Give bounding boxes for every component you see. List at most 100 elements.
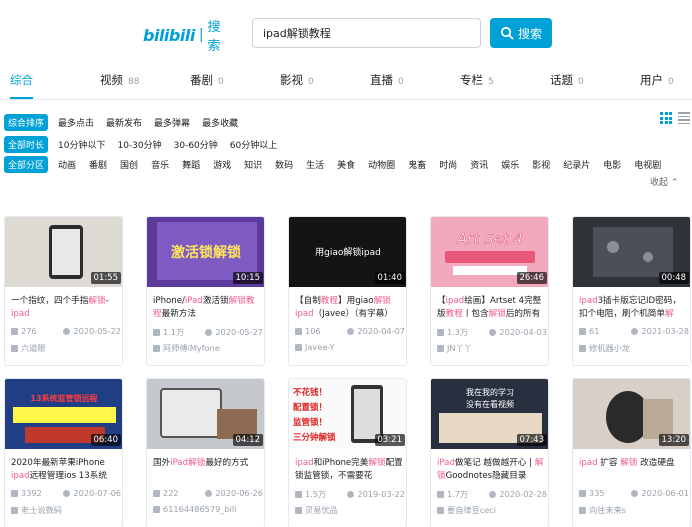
duration-option[interactable]: 60分钟以上 (230, 138, 277, 151)
zone-option[interactable]: 知识 (244, 158, 262, 171)
svg-text:13系统监管锁远程: 13系统监管锁远程 (30, 393, 97, 403)
zone-option[interactable]: 娱乐 (501, 158, 519, 171)
video-thumbnail[interactable]: 04:12 (147, 379, 264, 449)
bilibili-logo[interactable]: bilibili | 搜索 (143, 20, 233, 54)
zone-option[interactable]: 动画 (58, 158, 76, 171)
video-card[interactable]: 不花钱！ 配置锁！ 监管锁！ 三分钟解锁 03:21 ipad和iPhone完美解锁配置锁… (288, 378, 407, 527)
video-title[interactable]: ipad 扩容 解锁 改造硬盘 (579, 457, 687, 483)
video-thumbnail[interactable]: 13:20 (573, 379, 690, 449)
title-text: 一个指纹，四个手指 (11, 296, 89, 306)
duration-option[interactable]: 10-30分钟 (117, 138, 161, 151)
keyword-highlight: ipad (445, 296, 465, 306)
zone-option[interactable]: 鬼畜 (408, 158, 426, 171)
zone-option[interactable]: 舞蹈 (182, 158, 200, 171)
list-view-icon[interactable] (678, 112, 690, 124)
clock-icon (489, 490, 497, 498)
zone-option[interactable]: 数码 (275, 158, 293, 171)
video-thumbnail[interactable]: 01:55 (5, 217, 122, 287)
zone-option[interactable]: 游戏 (213, 158, 231, 171)
play-count-icon (153, 328, 160, 336)
duration-option[interactable]: 30-60分钟 (174, 138, 218, 151)
search-input[interactable] (252, 18, 481, 48)
title-text: iPhone/ (153, 296, 185, 306)
video-thumbnail[interactable]: 13系统监管锁远程 06:40 (5, 379, 122, 449)
video-card[interactable]: 13:20 ipad 扩容 解锁 改造硬盘 335 2020-06-01 向往未来s (572, 378, 691, 527)
tab-0[interactable]: 综合 (10, 72, 33, 99)
zone-option[interactable]: 美食 (337, 158, 355, 171)
video-card[interactable]: 我在我的学习 没有在看视频 07:43 iPad做笔记 越做越开心 | 解锁Goodn… (430, 378, 549, 527)
video-card[interactable]: 13系统监管锁远程 06:40 2020年最新苹果iPhone ipad远程管理io… (4, 378, 123, 527)
uploader[interactable]: 修机器小龙 (579, 342, 630, 354)
zone-option[interactable]: 纪录片 (563, 158, 590, 171)
uploader[interactable]: 六道眼 (11, 342, 46, 354)
tab-7[interactable]: 用户 0 (640, 72, 674, 88)
tab-5[interactable]: 专栏 5 (460, 72, 494, 88)
uploader[interactable]: 61164486579_bili (153, 504, 236, 514)
upload-date: 2020-07-06 (63, 488, 121, 498)
tab-2[interactable]: 番剧 0 (190, 72, 224, 88)
video-thumbnail[interactable]: 我在我的学习 没有在看视频 07:43 (431, 379, 548, 449)
video-meta: 1.3万 2020-04-03 (437, 326, 547, 338)
video-thumbnail[interactable]: 激活锁解锁 10:15 (147, 217, 264, 287)
video-title[interactable]: 一个指纹，四个手指解锁- ipad (11, 295, 119, 321)
zone-option[interactable]: 音乐 (151, 158, 169, 171)
sort-option[interactable]: 最新发布 (106, 116, 142, 129)
uploader[interactable]: JN丫丫 (437, 342, 472, 354)
title-text: 丨包含 (462, 309, 489, 319)
zone-active-chip[interactable]: 全部分区 (4, 156, 49, 173)
search-button[interactable]: 搜索 (490, 18, 552, 48)
uploader[interactable]: 阿师傅iMyfone (153, 342, 220, 354)
zone-option[interactable]: 生活 (306, 158, 324, 171)
collapse-filters-button[interactable]: 收起 ⌃ (650, 175, 678, 188)
zone-option[interactable]: 影视 (532, 158, 550, 171)
zone-option[interactable]: 电影 (603, 158, 621, 171)
view-count-value: 61 (589, 326, 600, 336)
video-title[interactable]: 国外iPad解锁最好的方式 (153, 457, 261, 483)
video-card[interactable]: 用giao解锁ipad 01:40 【自制教程】用giao解锁 ipad（Javee）… (288, 216, 407, 366)
keyword-highlight: ipad (579, 296, 598, 306)
keyword-highlight: 解 (664, 309, 674, 319)
video-title[interactable]: 2020年最新苹果iPhone ipad远程管理ios 13系统 (11, 457, 119, 483)
video-card[interactable]: 00:48 ipad3插卡版忘记ID密码，扣个电阻，刷个机简单解 61 2021-03… (572, 216, 691, 366)
uploader[interactable]: 要自律豆ceci (437, 504, 496, 516)
sort-active-chip[interactable]: 综合排序 (4, 114, 49, 131)
uploader-icon (11, 344, 18, 352)
sort-option[interactable]: 最多收藏 (202, 116, 238, 129)
view-count: 222 (153, 488, 179, 498)
grid-view-icon[interactable] (660, 112, 672, 124)
video-title[interactable]: iPad做笔记 越做越开心 | 解锁Goodnotes隐藏目录 (437, 457, 545, 483)
sort-option[interactable]: 最多点击 (58, 116, 94, 129)
video-title[interactable]: iPhone/iPad激活锁解锁教程最新方法 (153, 295, 261, 321)
zone-option[interactable]: 国创 (120, 158, 138, 171)
zone-option[interactable]: 番剧 (89, 158, 107, 171)
video-thumbnail[interactable]: Art Set 4 26:46 (431, 217, 548, 287)
uploader[interactable]: Javee-Y (295, 342, 334, 352)
duration-option[interactable]: 10分钟以下 (58, 138, 105, 151)
video-card[interactable]: 04:12 国外iPad解锁最好的方式 222 2020-06-26 611644865… (146, 378, 265, 527)
tab-6[interactable]: 话题 0 (550, 72, 584, 88)
video-title[interactable]: 【自制教程】用giao解锁 ipad（Javee）（有字幕） (295, 295, 403, 321)
zone-option[interactable]: 电视剧 (634, 158, 661, 171)
uploader[interactable]: 灵易优品 (295, 504, 338, 516)
logo-search-text: 搜索 (207, 20, 221, 54)
duration-active-chip[interactable]: 全部时长 (4, 136, 49, 153)
zone-option[interactable]: 动物圈 (368, 158, 395, 171)
tab-1[interactable]: 视频 88 (100, 72, 139, 88)
video-card[interactable]: 01:55 一个指纹，四个手指解锁- ipad 276 2020-05-22 六道眼 (4, 216, 123, 366)
zone-option[interactable]: 时尚 (439, 158, 457, 171)
video-title[interactable]: ipad和iPhone完美解锁配置锁监管锁，不需要花 (295, 457, 403, 483)
video-duration: 26:46 (516, 272, 547, 284)
uploader[interactable]: 老土说数码 (11, 504, 62, 516)
video-card[interactable]: 激活锁解锁 10:15 iPhone/iPad激活锁解锁教程最新方法 1.1万 2020… (146, 216, 265, 366)
video-title[interactable]: 【ipad绘画】Artset 4完整版教程丨包含解锁后的所有 (437, 295, 545, 321)
video-card[interactable]: Art Set 4 26:46 【ipad绘画】Artset 4完整版教程丨包含解锁… (430, 216, 549, 366)
video-title[interactable]: ipad3插卡版忘记ID密码，扣个电阻，刷个机简单解 (579, 295, 687, 321)
tab-3[interactable]: 影视 0 (280, 72, 314, 88)
video-thumbnail[interactable]: 00:48 (573, 217, 690, 287)
uploader[interactable]: 向往未来s (579, 504, 626, 516)
sort-option[interactable]: 最多弹幕 (154, 116, 190, 129)
tab-4[interactable]: 直播 0 (370, 72, 404, 88)
zone-option[interactable]: 资讯 (470, 158, 488, 171)
video-thumbnail[interactable]: 不花钱！ 配置锁！ 监管锁！ 三分钟解锁 03:21 (289, 379, 406, 449)
video-thumbnail[interactable]: 用giao解锁ipad 01:40 (289, 217, 406, 287)
